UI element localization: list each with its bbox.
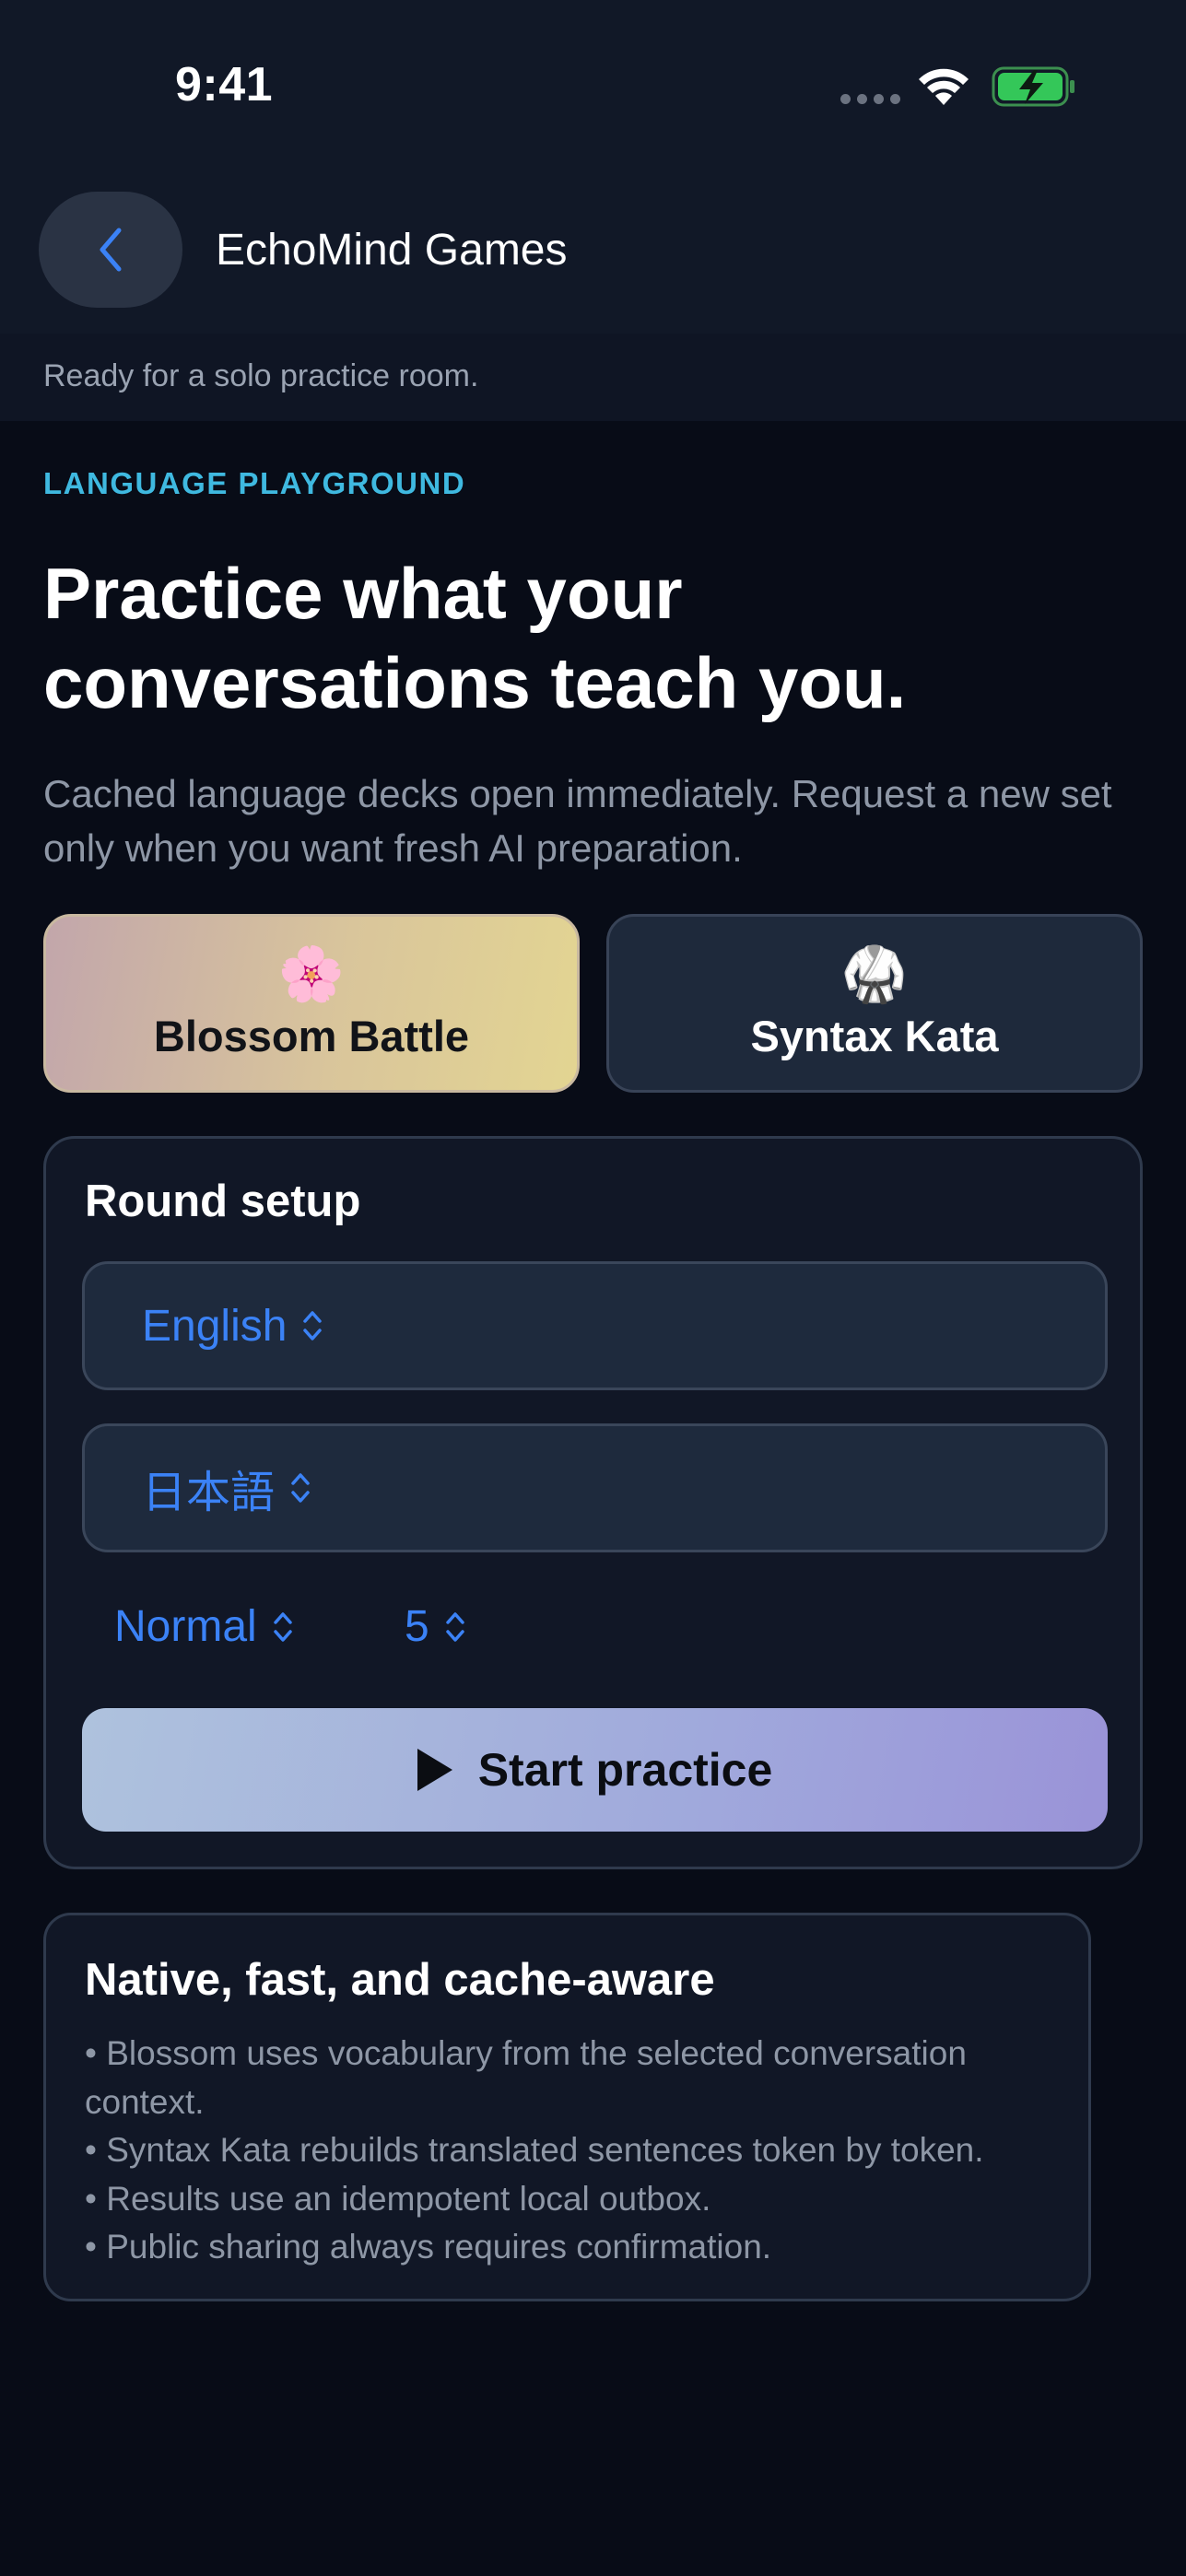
- source-language-value: English: [142, 1301, 288, 1351]
- chevron-up-down-icon: [273, 1611, 292, 1642]
- round-count-picker[interactable]: 5: [405, 1601, 468, 1652]
- info-bullet: • Results use an idempotent local outbox…: [85, 2179, 711, 2218]
- martial-arts-uniform-icon: 🥋: [840, 943, 909, 1004]
- wifi-icon: [919, 68, 969, 105]
- back-button[interactable]: [39, 192, 182, 308]
- info-bullet: • Blossom uses vocabulary from the selec…: [85, 2034, 967, 2121]
- difficulty-picker[interactable]: Normal: [114, 1601, 296, 1652]
- blossom-icon: 🌸: [277, 943, 346, 1004]
- game-card-blossom-battle[interactable]: 🌸 Blossom Battle: [43, 914, 580, 1093]
- round-setup-title: Round setup: [85, 1177, 361, 1226]
- battery-charging-icon: [992, 66, 1074, 107]
- page-description: Cached language decks open immediately. …: [43, 772, 1112, 870]
- round-setup-card: Round setup English 日本語 Normal 5 Start p…: [43, 1136, 1143, 1869]
- info-card-title: Native, fast, and cache-aware: [85, 1955, 715, 2005]
- chevron-up-down-icon: [303, 1311, 323, 1341]
- info-card: Native, fast, and cache-aware • Blossom …: [43, 1913, 1091, 2301]
- cellular-signal-icon: [840, 94, 900, 104]
- start-practice-button[interactable]: Start practice: [82, 1708, 1108, 1832]
- source-language-picker[interactable]: English: [82, 1261, 1108, 1390]
- start-practice-label: Start practice: [477, 1744, 773, 1796]
- games-screen: 9:41 EchoMind Games Ready for a solo pra…: [0, 0, 1186, 2576]
- target-language-value: 日本語: [142, 1469, 276, 1517]
- game-card-label: Blossom Battle: [153, 1011, 470, 1060]
- chevron-up-down-icon: [291, 1473, 310, 1503]
- round-count-value: 5: [405, 1602, 429, 1651]
- top-bar: 9:41 EchoMind Games: [0, 0, 1186, 334]
- chevron-up-down-icon: [445, 1611, 464, 1642]
- info-bullet: • Public sharing always requires confirm…: [85, 2228, 772, 2266]
- status-time: 9:41: [175, 58, 274, 111]
- game-card-syntax-kata[interactable]: 🥋 Syntax Kata: [606, 914, 1143, 1093]
- info-bullet: • Syntax Kata rebuilds translated senten…: [85, 2131, 984, 2169]
- difficulty-value: Normal: [114, 1602, 257, 1651]
- section-eyebrow: LANGUAGE PLAYGROUND: [43, 466, 466, 500]
- target-language-picker[interactable]: 日本語: [82, 1423, 1108, 1552]
- chevron-left-icon: [100, 228, 122, 272]
- info-bullet-list: • Blossom uses vocabulary from the selec…: [85, 2030, 1080, 2272]
- page-headline: Practice what your conversations teach y…: [43, 553, 907, 723]
- status-subtitle: Ready for a solo practice room.: [43, 358, 479, 393]
- play-icon: [417, 1749, 452, 1791]
- nav-title: EchoMind Games: [216, 226, 568, 275]
- game-card-label: Syntax Kata: [750, 1011, 999, 1060]
